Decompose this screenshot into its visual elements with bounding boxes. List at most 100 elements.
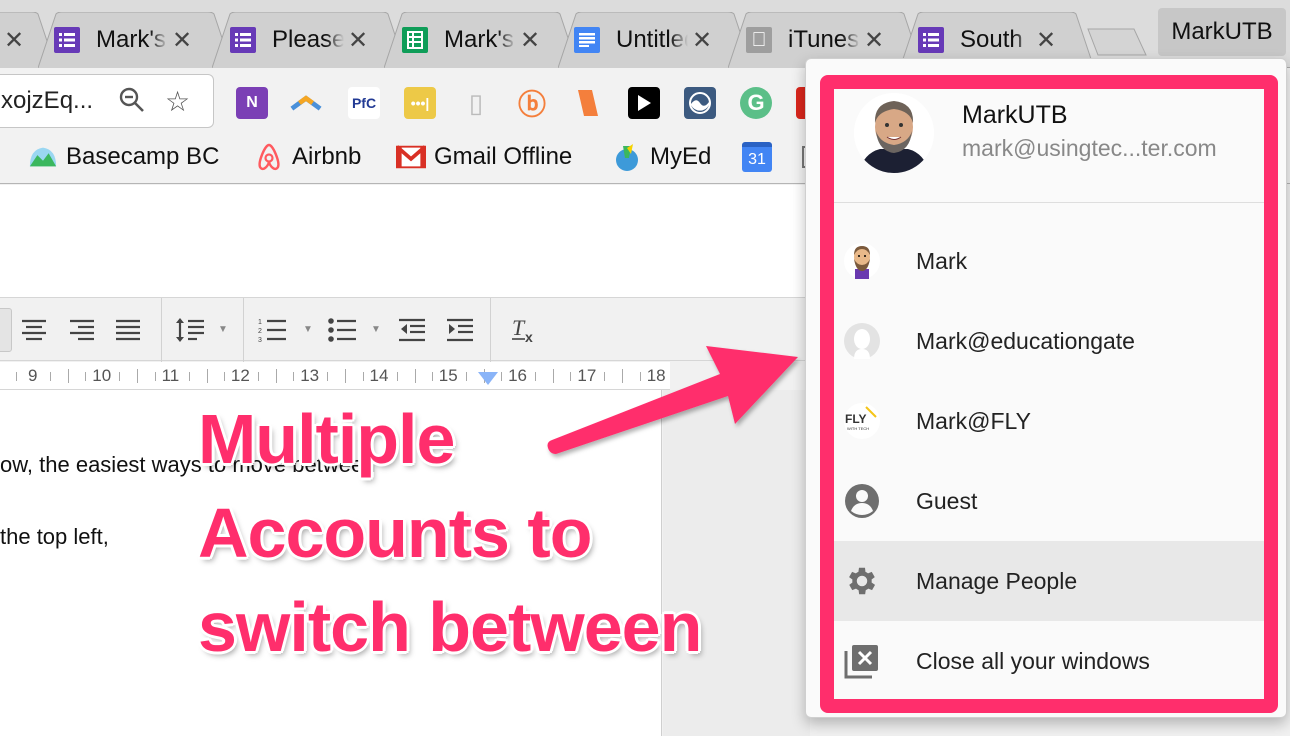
svg-text:2: 2	[258, 328, 262, 335]
eraser-icon[interactable]	[572, 87, 604, 119]
decrease-indent-button[interactable]	[394, 312, 430, 348]
increase-indent-button[interactable]	[442, 312, 478, 348]
svg-text:FLY: FLY	[845, 412, 867, 426]
tab-close-icon[interactable]: ✕	[692, 26, 712, 55]
docs-icon	[574, 27, 600, 53]
indent-marker-icon[interactable]	[478, 372, 498, 391]
profile-button[interactable]: MarkUTB	[1158, 8, 1286, 56]
fly-logo-icon: FLY WITH TECH	[844, 403, 880, 439]
tab-label: South	[960, 26, 1023, 53]
close-windows-icon	[844, 643, 880, 679]
new-tab-button[interactable]	[1084, 27, 1150, 57]
address-text: xojzEq...	[1, 87, 94, 114]
annotation-line: Accounts to	[198, 494, 592, 572]
ruler-tick	[396, 372, 398, 381]
justify-button[interactable]	[110, 312, 146, 348]
bookmark-myed[interactable]: MyEd	[612, 142, 711, 172]
ruler-number: 16	[508, 366, 528, 385]
ruler-tick	[431, 372, 433, 381]
docs-format-toolbar: ▼ 1 2 3 ▼ ▼ Tx	[0, 297, 810, 362]
profile-item-educationgate[interactable]: Mark@educationgate	[834, 301, 1264, 381]
bookmark-label: MyEd	[650, 143, 712, 170]
ruler-number: 11	[161, 366, 180, 385]
ruler-number: 14	[369, 366, 389, 385]
align-left-button[interactable]	[0, 308, 12, 352]
tab-2[interactable]: Please ✕	[211, 11, 407, 69]
manage-people-item[interactable]: Manage People	[834, 541, 1264, 621]
chevron-down-icon[interactable]: ▼	[303, 324, 313, 335]
ruler-margin	[670, 362, 810, 390]
tab-label: Mark's	[444, 26, 514, 53]
ruler-tick	[414, 369, 416, 383]
bookmark-calendar[interactable]: 31	[742, 142, 780, 172]
profile-name: MarkUTB	[962, 101, 1068, 129]
profile-label: Mark	[916, 247, 968, 274]
tab-close-icon[interactable]: ✕	[348, 26, 368, 55]
ruler-number: 12	[230, 366, 250, 385]
align-center-button[interactable]	[16, 312, 52, 348]
bookmark-label: Gmail Offline	[434, 143, 573, 170]
bookmark-airbnb[interactable]: Airbnb	[254, 142, 361, 172]
ruler-tick	[465, 372, 467, 381]
profile-item-fly[interactable]: FLY WITH TECH Mark@FLY	[834, 381, 1264, 461]
can-icon[interactable]: ▯	[460, 87, 492, 119]
line-spacing-button[interactable]	[172, 312, 208, 348]
address-bar[interactable]: xojzEq... ☆	[0, 74, 214, 128]
tab-label: Mark's	[96, 26, 166, 53]
tab-3[interactable]: Mark's ✕	[383, 11, 579, 69]
close-all-windows-item[interactable]: Close all your windows	[834, 621, 1264, 701]
chevron-down-icon[interactable]: ▼	[218, 324, 228, 335]
numbered-list-button[interactable]: 1 2 3	[254, 312, 290, 348]
wave-icon[interactable]	[684, 87, 716, 119]
align-right-button[interactable]	[64, 312, 100, 348]
ruler-tick	[362, 372, 364, 381]
ruler: 9 10 11 12 13 14 15 16 17 18	[0, 362, 693, 390]
ruler-tick	[553, 369, 555, 383]
ruler-tick	[257, 372, 259, 381]
zoom-out-icon[interactable]	[119, 87, 145, 120]
tab-close-icon[interactable]: ✕	[864, 26, 884, 55]
basecamp-icon	[28, 142, 58, 172]
profile-item-mark[interactable]: Mark	[834, 221, 1264, 301]
play-icon[interactable]	[628, 87, 660, 119]
svg-text:T: T	[512, 317, 526, 340]
tab-label: iTunes	[788, 26, 860, 53]
onenote-icon[interactable]: N	[236, 87, 268, 119]
grammarly-icon[interactable]: G	[740, 87, 772, 119]
guest-icon	[844, 483, 880, 519]
pdf-icon[interactable]: PfC	[348, 87, 380, 119]
guest-item[interactable]: Guest	[834, 461, 1264, 541]
ruler-number: 9	[28, 366, 38, 385]
ruler-tick	[622, 369, 624, 383]
tab-close-icon[interactable]: ✕	[4, 26, 24, 55]
ruler-tick	[275, 369, 277, 383]
document-text-line: the top left,	[0, 524, 109, 549]
ruler-tick	[68, 369, 69, 383]
ruler-tick	[345, 369, 347, 383]
boomerang-icon[interactable]	[290, 87, 322, 119]
forms-icon	[918, 27, 944, 53]
bookmark-star-icon[interactable]: ☆	[165, 85, 190, 118]
guest-label: Guest	[916, 487, 978, 514]
bookmark-gmail-offline[interactable]: Gmail Offline	[396, 142, 572, 172]
default-avatar-icon	[844, 323, 880, 359]
bitly-icon[interactable]: ⓑ	[516, 87, 548, 120]
gear-icon	[844, 563, 880, 599]
lastpass-icon[interactable]: •••|	[404, 87, 436, 119]
tab-4[interactable]: Untitled ✕	[557, 11, 753, 69]
ruler-number: 17	[577, 366, 597, 385]
chevron-down-icon[interactable]: ▼	[371, 324, 381, 335]
profile-email: mark@usingtec...ter.com	[962, 135, 1217, 161]
manage-people-label: Manage People	[916, 567, 1078, 594]
bookmark-label: Basecamp BC	[66, 143, 220, 170]
tab-close-icon[interactable]: ✕	[520, 26, 540, 55]
bulleted-list-button[interactable]	[324, 312, 360, 348]
current-profile[interactable]: MarkUTB mark@usingtec...ter.com	[834, 89, 1264, 203]
tab-close-icon[interactable]: ✕	[172, 26, 192, 55]
ruler-number: 15	[438, 366, 458, 385]
clear-formatting-button[interactable]: Tx	[506, 312, 542, 348]
bookmark-basecamp[interactable]: Basecamp BC	[28, 142, 219, 172]
tab-1[interactable]: Mark's ✕	[37, 11, 233, 69]
tab-close-icon[interactable]: ✕	[1036, 26, 1056, 55]
highlight-box: MarkUTB mark@usingtec...ter.com Mark Mar…	[820, 75, 1278, 713]
